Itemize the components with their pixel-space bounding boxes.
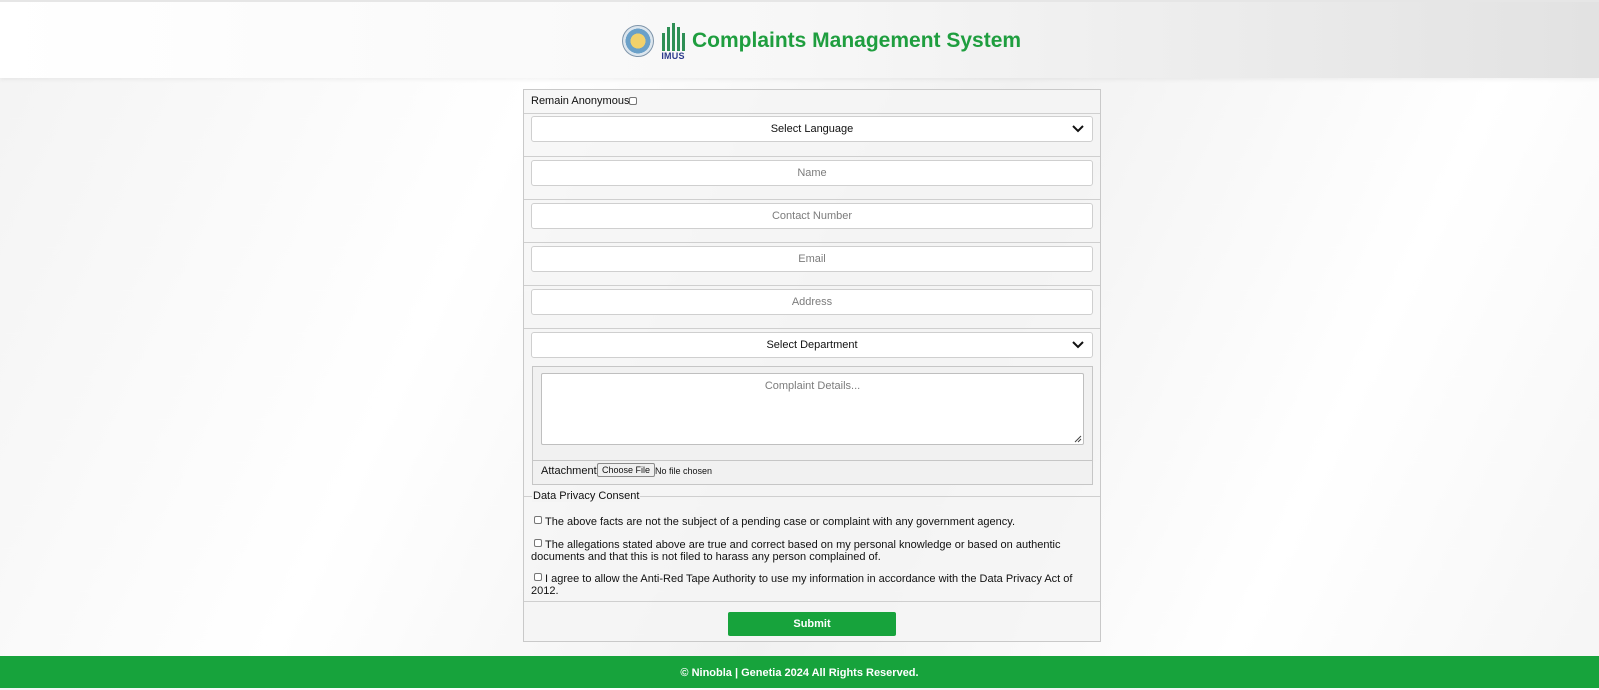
anonymous-row: Remain Anonymous:: [524, 90, 1100, 114]
divider: [533, 460, 1092, 461]
language-row: Select Language: [524, 114, 1100, 157]
consent-item: The above facts are not the subject of a…: [531, 516, 1091, 528]
resize-handle-icon[interactable]: [1073, 434, 1082, 443]
consent-text-1: The above facts are not the subject of a…: [545, 516, 1016, 528]
consent-checkbox-2[interactable]: [534, 539, 542, 547]
email-row: Email: [524, 243, 1100, 286]
department-select[interactable]: Select Department: [531, 332, 1093, 358]
privacy-consent-section: Data Privacy Consent The above facts are…: [524, 490, 1100, 602]
city-seal-icon: [622, 25, 654, 57]
chevron-down-icon: [1072, 125, 1084, 133]
page-title: Complaints Management System: [692, 29, 1022, 52]
anonymous-label: Remain Anonymous:: [531, 95, 633, 107]
consent-checkbox-1[interactable]: [534, 516, 542, 524]
name-row: Name: [524, 157, 1100, 200]
language-select[interactable]: Select Language: [531, 116, 1093, 142]
department-select-label: Select Department: [766, 339, 858, 351]
choose-file-button[interactable]: Choose File: [597, 463, 656, 477]
consent-checkbox-3[interactable]: [534, 573, 542, 581]
submit-button[interactable]: Submit: [728, 612, 896, 636]
site-footer: © Ninobla | Genetia 2024 All Rights Rese…: [0, 656, 1599, 688]
contact-number-input[interactable]: Contact Number: [531, 203, 1093, 229]
imus-logo-icon: IMUS: [660, 21, 686, 61]
name-input[interactable]: Name: [531, 160, 1093, 186]
brand: IMUS Complaints Management System: [622, 20, 1021, 62]
logo-text: IMUS: [661, 51, 685, 61]
consent-text-3: I agree to allow the Anti-Red Tape Autho…: [531, 573, 1073, 597]
consent-item: The allegations stated above are true an…: [531, 539, 1091, 563]
anonymous-checkbox[interactable]: [629, 97, 637, 105]
consent-text-2: The allegations stated above are true an…: [531, 539, 1061, 563]
chevron-down-icon: [1072, 341, 1084, 349]
site-header: IMUS Complaints Management System: [0, 0, 1599, 78]
complaint-form: Remain Anonymous: Select Language Name C…: [523, 89, 1101, 642]
address-row: Address: [524, 286, 1100, 329]
file-status: No file chosen: [655, 466, 713, 476]
footer-text: © Ninobla | Genetia 2024 All Rights Rese…: [680, 667, 919, 679]
complaint-details-textarea[interactable]: Complaint Details...: [541, 373, 1084, 445]
consent-item: I agree to allow the Anti-Red Tape Autho…: [531, 573, 1091, 597]
contact-row: Contact Number: [524, 200, 1100, 243]
complaint-details-placeholder: Complaint Details...: [764, 380, 861, 392]
attachment-label: Attachment:: [541, 465, 600, 477]
complaint-details-box: Complaint Details... Attachment: Choose …: [532, 366, 1093, 485]
privacy-legend: Data Privacy Consent: [532, 490, 641, 502]
email-input[interactable]: Email: [531, 246, 1093, 272]
language-select-label: Select Language: [770, 123, 854, 135]
address-input[interactable]: Address: [531, 289, 1093, 315]
submit-row: Submit: [524, 602, 1100, 642]
